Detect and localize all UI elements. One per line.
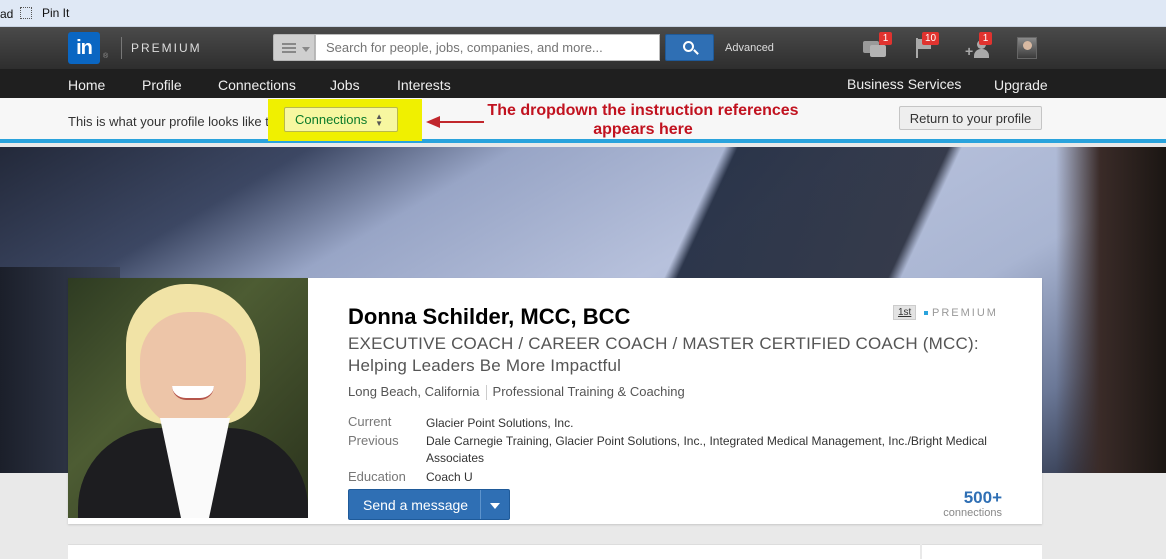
sort-arrows-icon: ▲ ▼ bbox=[375, 112, 383, 128]
profile-photo[interactable] bbox=[68, 278, 308, 518]
chevron-down-icon[interactable] bbox=[490, 503, 500, 509]
nav-interests[interactable]: Interests bbox=[397, 77, 451, 93]
add-connections-badge: 1 bbox=[979, 32, 992, 45]
list-icon bbox=[282, 43, 296, 53]
connections-count[interactable]: 500+ bbox=[938, 488, 1002, 508]
messages-badge: 1 bbox=[879, 32, 892, 45]
current-value[interactable]: Glacier Point Solutions, Inc. bbox=[426, 415, 573, 432]
premium-badge: PREMIUM bbox=[924, 307, 998, 319]
annotation-text: The dropdown the instruction references … bbox=[480, 101, 806, 139]
location-divider bbox=[485, 385, 487, 401]
advanced-search-link[interactable]: Advanced bbox=[725, 42, 774, 54]
account-avatar[interactable] bbox=[1017, 37, 1037, 59]
profile-card: Donna Schilder, MCC, BCC 1st PREMIUM EXE… bbox=[68, 278, 1042, 524]
return-to-profile-button[interactable]: Return to your profile bbox=[899, 106, 1042, 130]
premium-square-icon bbox=[924, 311, 928, 316]
sidebar-card bbox=[922, 544, 1042, 559]
nav-upgrade[interactable]: Upgrade bbox=[994, 77, 1048, 93]
messages-button[interactable]: 1 bbox=[863, 32, 892, 60]
view-as-selected-value: Connections bbox=[295, 112, 368, 127]
registered-mark-icon: ® bbox=[103, 53, 109, 60]
nav-connections[interactable]: Connections bbox=[218, 77, 296, 93]
location-industry-row: Long Beach, California Professional Train… bbox=[348, 384, 685, 401]
view-as-label: This is what your profile looks like to bbox=[68, 114, 277, 129]
nav-jobs[interactable]: Jobs bbox=[330, 77, 360, 93]
bookmark-pin-it[interactable]: Pin It bbox=[20, 6, 69, 20]
profile-location[interactable]: Long Beach, California bbox=[348, 384, 480, 399]
send-message-button[interactable]: Send a message bbox=[348, 489, 510, 520]
connections-label: connections bbox=[943, 507, 1002, 519]
profile-industry[interactable]: Professional Training & Coaching bbox=[493, 384, 685, 399]
annotation-line-2: appears here bbox=[593, 121, 693, 138]
bookmark-pin-it-label: Pin It bbox=[42, 6, 70, 20]
previous-value[interactable]: Dale Carnegie Training, Glacier Point So… bbox=[426, 433, 1016, 467]
nav-business-services[interactable]: Business Services bbox=[847, 76, 961, 92]
add-connection-icon: + bbox=[965, 43, 974, 59]
bookmark-page-icon bbox=[20, 7, 32, 19]
profile-name: Donna Schilder, MCC, BCC bbox=[348, 304, 631, 329]
education-value[interactable]: Coach U bbox=[426, 469, 473, 486]
notifications-button[interactable]: 10 bbox=[914, 32, 940, 60]
chevron-down-icon bbox=[302, 47, 310, 52]
profile-section-card bbox=[68, 544, 920, 559]
premium-label: PREMIUM bbox=[131, 41, 202, 55]
annotation-arrow-line bbox=[438, 121, 484, 123]
nav-profile[interactable]: Profile bbox=[142, 77, 182, 93]
browser-bookmarks-bar: ad Pin It bbox=[0, 0, 1166, 27]
linkedin-logo[interactable]: in bbox=[68, 32, 100, 64]
nav-home[interactable]: Home bbox=[68, 77, 105, 93]
send-message-label: Send a message bbox=[363, 497, 469, 513]
logo-divider bbox=[121, 37, 122, 59]
search-type-dropdown[interactable] bbox=[273, 34, 315, 61]
education-label: Education bbox=[348, 469, 406, 484]
profile-headline: EXECUTIVE COACH / CAREER COACH / MASTER … bbox=[348, 334, 979, 375]
add-connections-button[interactable]: + 1 bbox=[965, 32, 992, 60]
connection-degree-badge: 1st bbox=[893, 305, 917, 320]
bookmark-item[interactable]: ad bbox=[0, 7, 13, 21]
search-button[interactable] bbox=[665, 34, 714, 61]
annotation-line-1: The dropdown the instruction references bbox=[487, 102, 799, 119]
main-nav: Home Profile Connections Jobs Interests … bbox=[0, 69, 1166, 98]
top-header: in ® PREMIUM Advanced 1 10 + 1 bbox=[0, 27, 1166, 69]
view-as-dropdown[interactable]: Connections ▲ ▼ bbox=[284, 107, 398, 132]
search-input[interactable] bbox=[315, 34, 660, 61]
previous-label: Previous bbox=[348, 433, 399, 448]
current-label: Current bbox=[348, 414, 392, 429]
notifications-badge: 10 bbox=[922, 32, 940, 45]
